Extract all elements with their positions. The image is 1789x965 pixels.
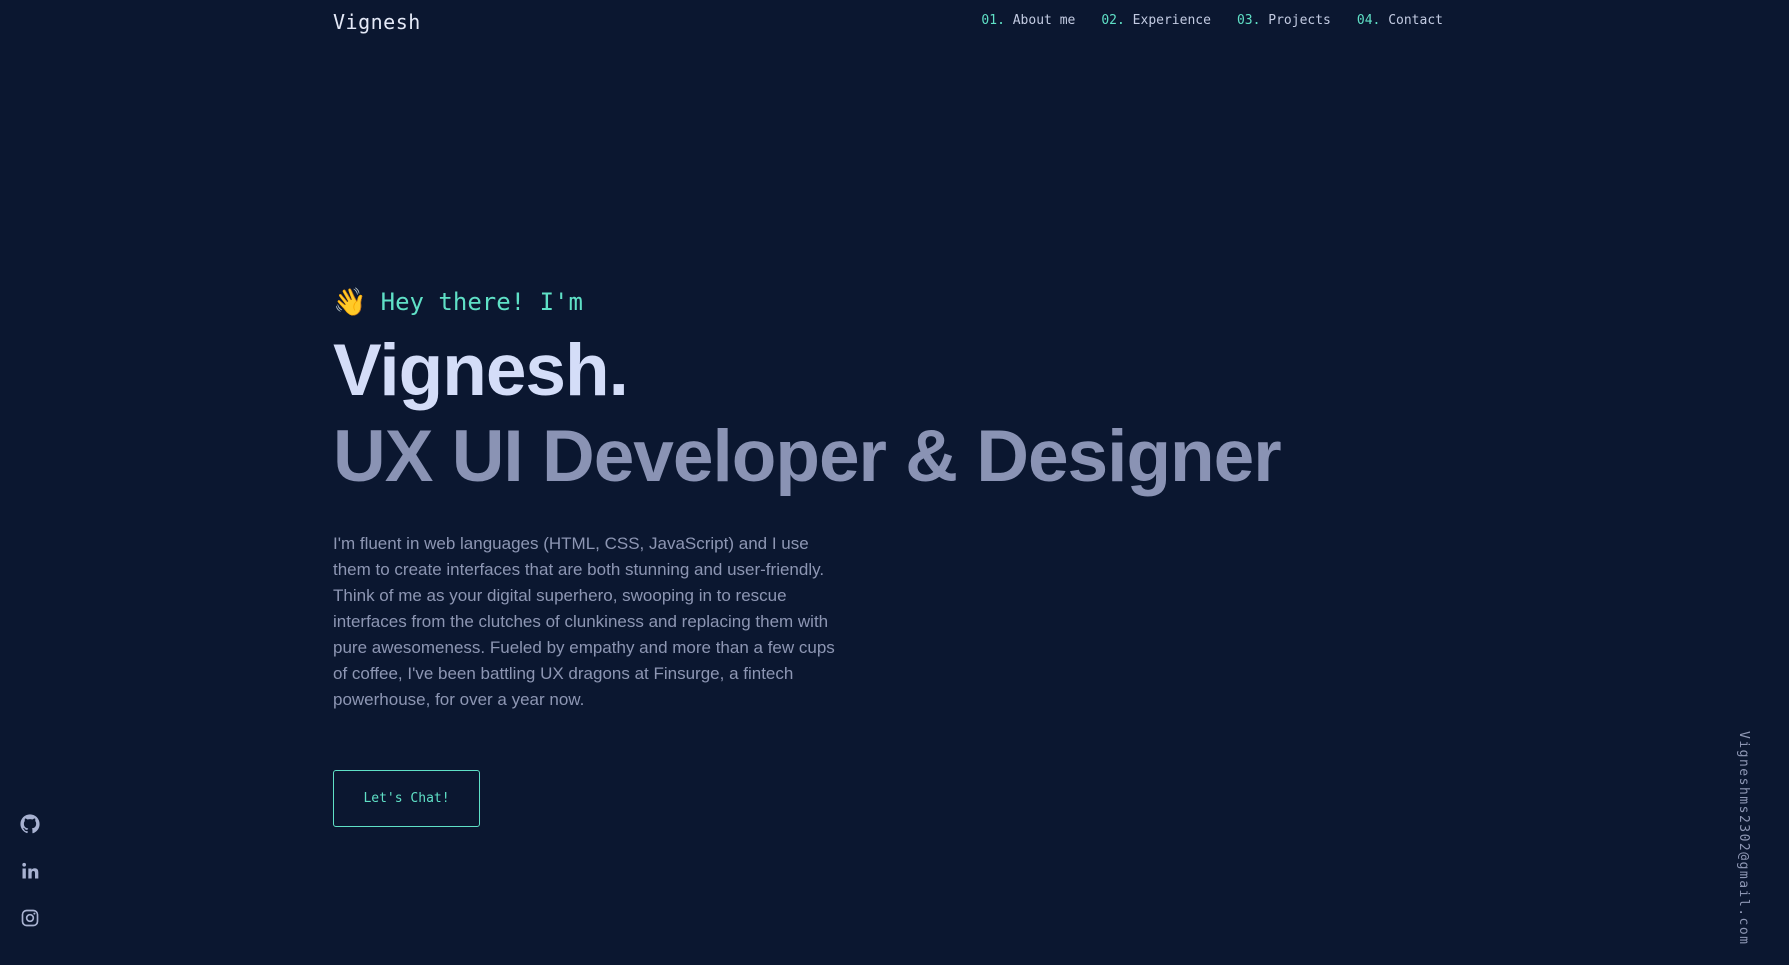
main-nav: 01. About me 02. Experience 03. Projects…: [981, 13, 1443, 28]
greeting-text: Hey there! I'm: [380, 288, 583, 316]
instagram-link[interactable]: [20, 908, 40, 928]
social-links: [20, 814, 40, 928]
nav-label: About me: [1012, 13, 1076, 28]
instagram-icon: [21, 909, 39, 927]
nav-item-experience[interactable]: 02. Experience: [1101, 13, 1211, 28]
nav-item-contact[interactable]: 04. Contact: [1357, 13, 1443, 28]
nav-item-projects[interactable]: 03. Projects: [1237, 13, 1331, 28]
hero-bio: I'm fluent in web languages (HTML, CSS, …: [333, 534, 835, 709]
nav-number: 01.: [981, 13, 1005, 28]
nav-number: 04.: [1356, 13, 1381, 28]
nav-label: Contact: [1388, 13, 1443, 28]
lets-chat-button[interactable]: Let's Chat!: [333, 770, 480, 827]
github-link[interactable]: [20, 814, 40, 834]
logo[interactable]: Vignesh: [333, 10, 421, 34]
linkedin-link[interactable]: [20, 861, 40, 881]
nav-number: 02.: [1101, 13, 1125, 28]
greeting: 👋 Hey there! I'm: [333, 288, 1281, 316]
nav-label: Projects: [1268, 13, 1331, 28]
hero-name: Vignesh.: [333, 330, 629, 411]
hero-role: UX UI Developer & Designer: [333, 416, 1282, 497]
nav-number: 03.: [1236, 13, 1261, 28]
nav-label: Experience: [1132, 13, 1211, 28]
nav-item-about[interactable]: 01. About me: [981, 13, 1075, 28]
email-link[interactable]: Vigneshms2302@gmail.com: [1736, 731, 1751, 946]
linkedin-icon: [22, 862, 39, 879]
github-icon: [20, 814, 40, 834]
waving-hand-icon: 👋: [333, 286, 367, 318]
hero-section: 👋 Hey there! I'm Vignesh. UX UI Develope…: [333, 288, 1282, 827]
